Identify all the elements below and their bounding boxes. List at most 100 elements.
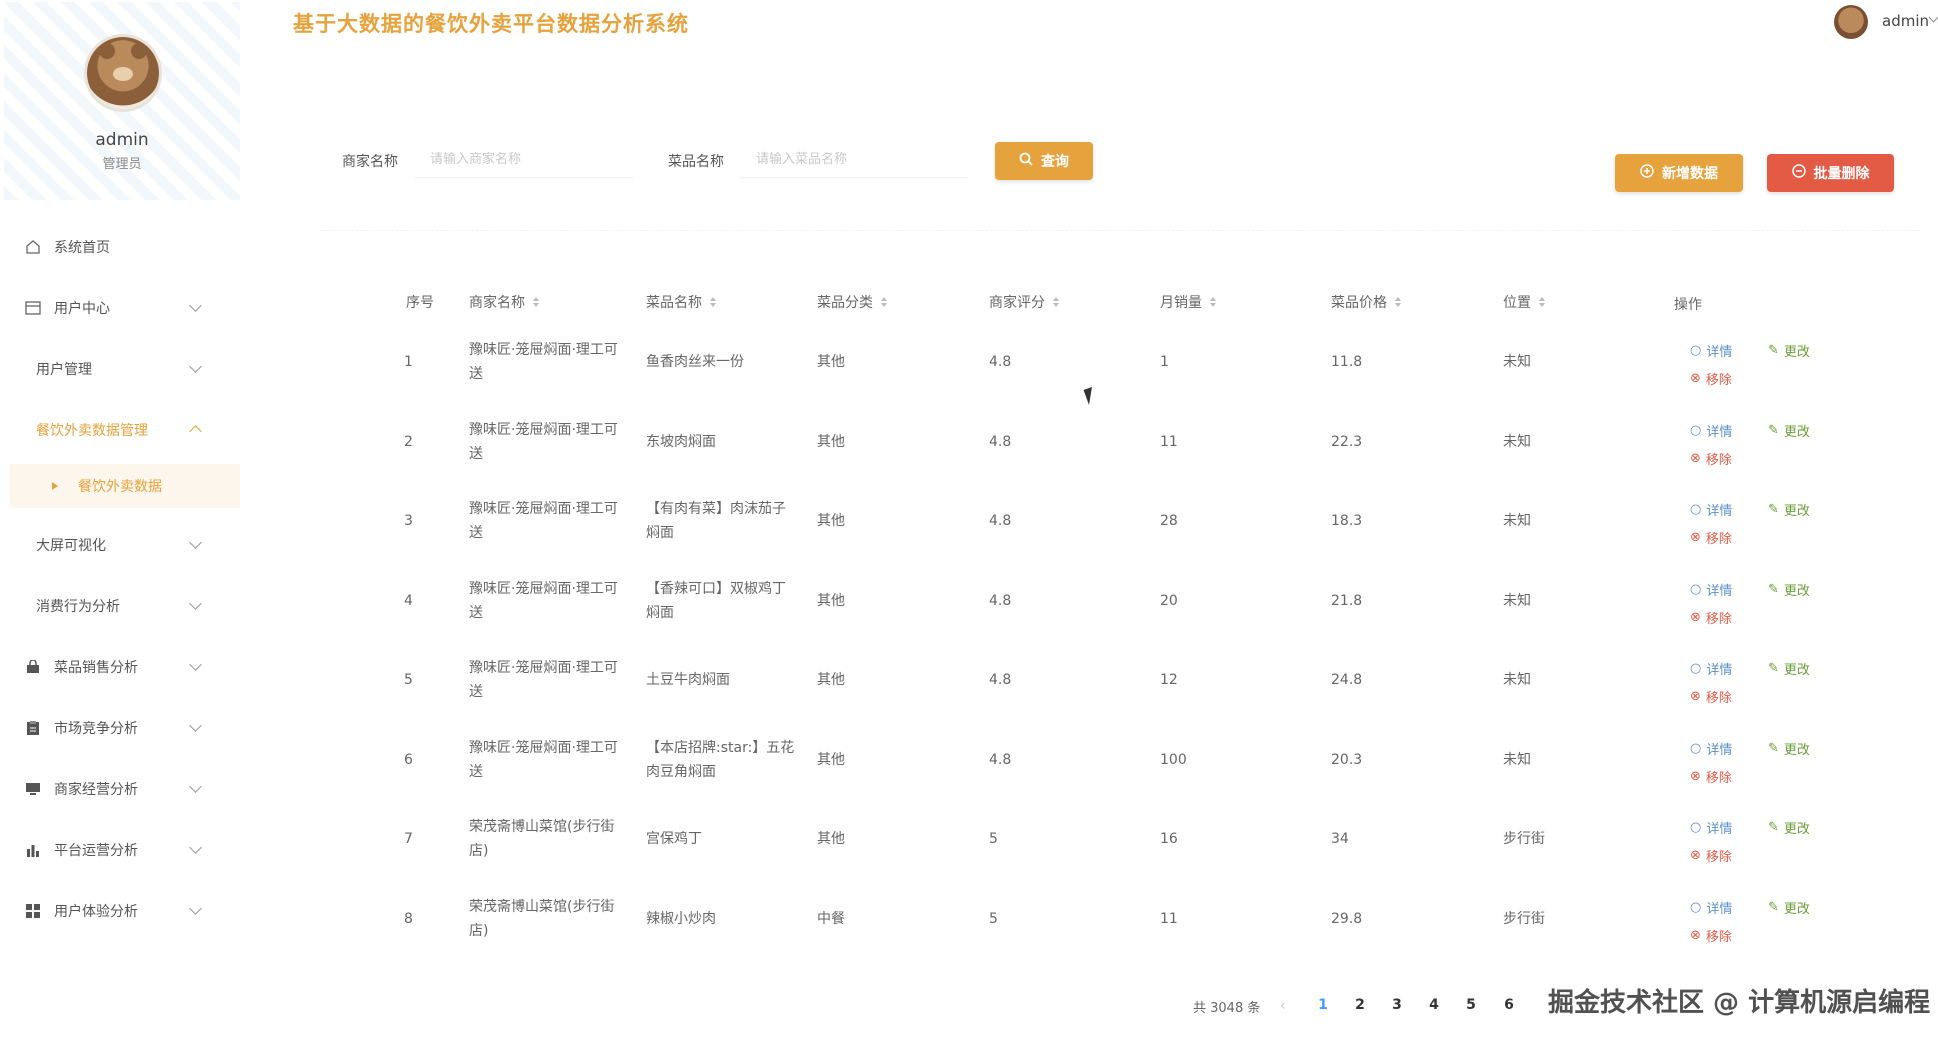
cell-rating: 5 [989, 831, 998, 847]
detail-button[interactable]: ○ 详情 [1690, 739, 1732, 758]
edit-button[interactable]: ✎ 更改 [1768, 421, 1810, 440]
edit-icon: ✎ [1768, 661, 1779, 676]
admin-avatar [87, 37, 159, 109]
sort-icon [1395, 297, 1401, 307]
page-2[interactable]: 2 [1350, 997, 1370, 1013]
cell-category: 其他 [817, 831, 845, 847]
cell-price: 20.3 [1331, 751, 1363, 768]
cell-rating: 4.8 [989, 751, 1012, 768]
table-row: 6 豫味匠·笼屉焖面·理工可送 【本店招牌:star:】五花肉豆角焖面 其他 4.8 10… [0, 731, 1938, 810]
detail-icon: ○ [1690, 899, 1702, 915]
cell-merchant: 豫味匠·笼屉焖面·理工可送 [469, 342, 618, 382]
column-header-sales[interactable]: 月销量 [1160, 292, 1216, 312]
dish-name-label: 菜品名称 [668, 154, 724, 170]
remove-icon: ⊗ [1690, 450, 1701, 466]
page-3[interactable]: 3 [1387, 997, 1407, 1013]
detail-button[interactable]: ○ 详情 [1690, 818, 1732, 837]
edit-button[interactable]: ✎ 更改 [1768, 500, 1810, 519]
sidebar-item-home[interactable]: 系统首页 [0, 225, 244, 269]
edit-button[interactable]: ✎ 更改 [1768, 898, 1810, 917]
cell-no: 1 [404, 354, 413, 370]
detail-icon: ○ [1690, 820, 1702, 835]
remove-icon: ⊗ [1690, 530, 1701, 545]
edit-icon: ✎ [1768, 740, 1779, 756]
add-data-button[interactable]: 新增数据 [1615, 154, 1743, 192]
dish-name-input[interactable] [740, 142, 968, 178]
detail-button[interactable]: ○ 详情 [1690, 659, 1732, 678]
detail-button[interactable]: ○ 详情 [1690, 341, 1732, 360]
edit-button[interactable]: ✎ 更改 [1768, 580, 1810, 599]
user-menu-name[interactable]: admin [1882, 12, 1929, 30]
chevron-down-icon[interactable] [1928, 12, 1938, 23]
cell-no: 6 [404, 751, 413, 768]
remove-button[interactable]: ⊗ 移除 [1690, 369, 1732, 388]
detail-icon: ○ [1690, 740, 1702, 756]
detail-icon: ○ [1690, 502, 1702, 517]
detail-icon: ○ [1690, 343, 1702, 358]
cell-rating: 4.8 [989, 433, 1012, 450]
cell-location: 未知 [1503, 672, 1531, 688]
sort-icon [881, 297, 887, 307]
remove-button[interactable]: ⊗ 移除 [1690, 528, 1732, 547]
page-1[interactable]: 1 [1313, 997, 1333, 1013]
sort-icon [1053, 297, 1059, 307]
cell-category: 其他 [817, 672, 845, 688]
merchant-name-input[interactable] [414, 142, 634, 178]
column-header-dish[interactable]: 菜品名称 [646, 292, 716, 312]
cell-location: 未知 [1503, 592, 1531, 609]
detail-icon: ○ [1690, 581, 1702, 597]
remove-button[interactable]: ⊗ 移除 [1690, 608, 1732, 627]
column-header-location[interactable]: 位置 [1503, 292, 1545, 312]
cell-dish: 东坡肉焖面 [646, 433, 716, 450]
column-header-price[interactable]: 菜品价格 [1331, 292, 1401, 312]
cell-merchant: 豫味匠·笼屉焖面·理工可送 [469, 421, 618, 462]
table-row: 3 豫味匠·笼屉焖面·理工可送 【有肉有菜】肉沫茄子焖面 其他 4.8 28 18.3 未知 ○… [0, 492, 1938, 571]
search-button[interactable]: 查询 [995, 142, 1093, 180]
remove-button[interactable]: ⊗ 移除 [1690, 926, 1732, 945]
column-header-rating[interactable]: 商家评分 [989, 292, 1059, 312]
prev-page-button[interactable]: ‹ [1280, 998, 1286, 1014]
sidebar-item-user-center[interactable]: 用户中心 [0, 286, 244, 330]
edit-button[interactable]: ✎ 更改 [1768, 659, 1810, 678]
edit-icon: ✎ [1768, 422, 1779, 438]
page-6[interactable]: 6 [1499, 997, 1519, 1013]
remove-button[interactable]: ⊗ 移除 [1690, 687, 1732, 706]
detail-icon: ○ [1690, 422, 1702, 438]
edit-button[interactable]: ✎ 更改 [1768, 341, 1810, 360]
sort-icon [1539, 297, 1545, 307]
cell-category: 其他 [817, 354, 845, 370]
edit-icon: ✎ [1768, 581, 1779, 597]
detail-icon: ○ [1690, 661, 1702, 676]
cell-price: 11.8 [1331, 354, 1363, 370]
cell-no: 7 [404, 831, 413, 847]
edit-icon: ✎ [1768, 899, 1779, 915]
edit-button[interactable]: ✎ 更改 [1768, 818, 1810, 837]
column-header-merchant[interactable]: 商家名称 [469, 292, 539, 312]
cell-merchant: 豫味匠·笼屉焖面·理工可送 [469, 580, 618, 621]
profile-role: 管理员 [102, 157, 142, 172]
remove-icon: ⊗ [1690, 927, 1701, 943]
remove-icon: ⊗ [1690, 768, 1701, 784]
remove-button[interactable]: ⊗ 移除 [1690, 846, 1732, 865]
column-header-category[interactable]: 菜品分类 [817, 292, 887, 312]
batch-delete-button[interactable]: 批量删除 [1767, 154, 1894, 192]
edit-button[interactable]: ✎ 更改 [1768, 739, 1810, 758]
user-avatar[interactable] [1834, 5, 1868, 39]
profile-name: admin [95, 130, 149, 150]
cell-sales: 28 [1160, 513, 1178, 529]
remove-button[interactable]: ⊗ 移除 [1690, 449, 1732, 468]
cell-rating: 4.8 [989, 672, 1012, 688]
page-4[interactable]: 4 [1424, 997, 1444, 1013]
table-row: 5 豫味匠·笼屉焖面·理工可送 土豆牛肉焖面 其他 4.8 12 24.8 未知 ○ 详情 ✎ 更改 ⊗… [0, 651, 1938, 730]
cell-location: 未知 [1503, 751, 1531, 768]
edit-icon: ✎ [1768, 343, 1779, 358]
detail-button[interactable]: ○ 详情 [1690, 500, 1732, 519]
table-row: 2 豫味匠·笼屉焖面·理工可送 东坡肉焖面 其他 4.8 11 22.3 未知 ○ 详情 ✎ 更改 ⊗ 移… [0, 413, 1938, 492]
remove-button[interactable]: ⊗ 移除 [1690, 767, 1732, 786]
page-5[interactable]: 5 [1461, 997, 1481, 1013]
cell-price: 21.8 [1331, 592, 1363, 609]
detail-button[interactable]: ○ 详情 [1690, 580, 1732, 599]
detail-button[interactable]: ○ 详情 [1690, 898, 1732, 917]
cell-sales: 11 [1160, 910, 1178, 927]
detail-button[interactable]: ○ 详情 [1690, 421, 1732, 440]
